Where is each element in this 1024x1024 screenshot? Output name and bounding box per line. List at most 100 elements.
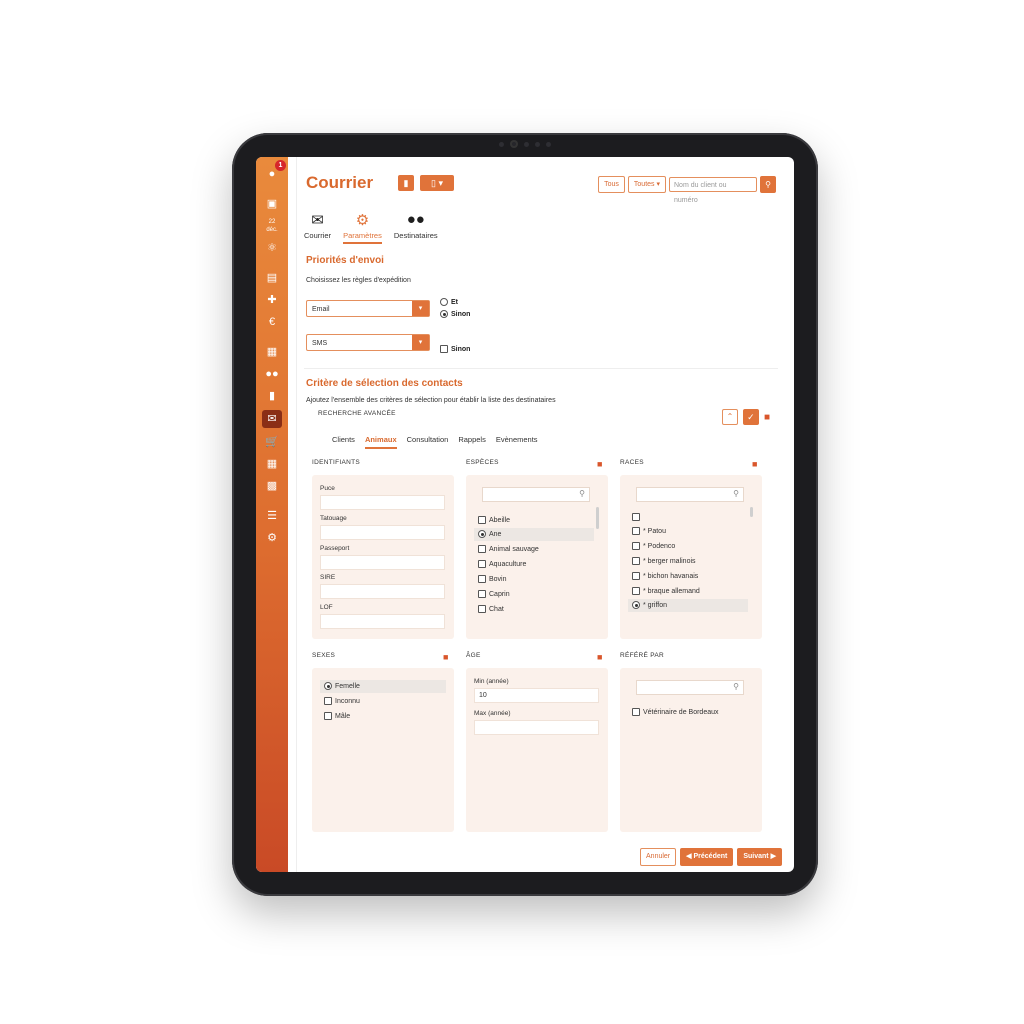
passeport-input[interactable] (320, 555, 445, 570)
especes-label-4: Bovin (489, 576, 507, 583)
tab-courrier[interactable]: ✉ Courrier (304, 211, 331, 244)
advanced-search-tools: ⌃ ✓ ■ (721, 409, 770, 425)
tab-destinataires[interactable]: ●● Destinataires (394, 211, 438, 244)
subtab-animaux[interactable]: Animaux (364, 435, 397, 449)
list-item-chat[interactable]: Chat (474, 603, 594, 616)
lof-input[interactable] (320, 614, 445, 629)
checkbox-checked[interactable] (324, 682, 332, 691)
bar-chart-icon[interactable]: ▩ (264, 478, 280, 494)
especes-search-input[interactable]: ⚲ (482, 487, 590, 502)
subtab-evenements[interactable]: Evènements (496, 435, 538, 449)
checkbox[interactable] (478, 575, 486, 584)
validate-icon[interactable]: ✓ (742, 409, 759, 425)
checkbox[interactable] (632, 708, 640, 717)
list-item-patou[interactable]: * Patou (628, 525, 748, 538)
list-item-abeille[interactable]: Abeille (474, 514, 594, 527)
races-search-input[interactable]: ⚲ (636, 487, 744, 502)
list-icon[interactable]: ☰ (264, 508, 280, 524)
list-item-berger-malinois[interactable]: * berger malinois (628, 555, 748, 568)
trash-icon[interactable]: ■ (752, 459, 757, 469)
trash-icon[interactable]: ■ (597, 459, 602, 469)
puce-input[interactable] (320, 495, 445, 510)
checkbox-checked[interactable] (632, 601, 640, 610)
medical-plus-icon[interactable]: ✚ (264, 292, 280, 308)
calculator-icon[interactable]: ▦ (264, 456, 280, 472)
tablet-view-button[interactable]: ▮ (398, 175, 414, 191)
list-item-blank[interactable] (628, 511, 748, 524)
sire-input[interactable] (320, 584, 445, 599)
tatouage-input[interactable] (320, 525, 445, 540)
cart-icon[interactable]: 🛒 (264, 434, 280, 450)
races-label-3: * berger malinois (643, 558, 696, 565)
trash-icon[interactable]: ■ (764, 412, 770, 423)
checkbox[interactable] (632, 587, 640, 596)
checkbox[interactable] (324, 697, 332, 706)
subtab-rappels[interactable]: Rappels (458, 435, 486, 449)
races-label-5: * braque allemand (643, 588, 700, 595)
syringe-icon[interactable]: ⚛ (264, 240, 280, 256)
radio-sinon[interactable] (440, 310, 448, 318)
all-select[interactable]: Toutes ▾ (627, 176, 666, 193)
option-et[interactable]: Et (440, 298, 458, 306)
dashboard-icon[interactable]: ▣ (264, 196, 280, 212)
checkbox[interactable] (478, 605, 486, 614)
refere-search-input[interactable]: ⚲ (636, 680, 744, 695)
list-item-ane[interactable]: Ane (474, 528, 594, 541)
checkbox[interactable] (632, 542, 640, 551)
list-item-veterinaire[interactable]: Vétérinaire de Bordeaux (628, 706, 754, 719)
all-button[interactable]: Tous (598, 176, 625, 193)
gear-icon[interactable]: ⚙ (264, 530, 280, 546)
list-item-animal-sauvage[interactable]: Animal sauvage (474, 543, 594, 556)
next-button[interactable]: Suivant ▶ (737, 848, 782, 866)
client-search-input[interactable]: Nom du client ou numéro (669, 177, 757, 204)
checkbox[interactable] (478, 560, 486, 569)
checkbox[interactable] (632, 557, 640, 566)
radio-et[interactable] (440, 298, 448, 306)
option-sinon[interactable]: Sinon (440, 310, 470, 318)
list-item-male[interactable]: Mâle (320, 710, 446, 723)
priority-select-2[interactable]: SMS ▾ (306, 334, 430, 351)
list-item-griffon[interactable]: * griffon (628, 599, 748, 612)
tab-parametres[interactable]: ⚙ Paramètres (343, 211, 382, 244)
list-item-bovin[interactable]: Bovin (474, 573, 594, 586)
subtab-clients[interactable]: Clients (332, 435, 355, 449)
list-item-aquaculture[interactable]: Aquaculture (474, 558, 594, 571)
checkbox[interactable] (478, 516, 486, 525)
option-sinon-2[interactable]: Sinon (440, 345, 470, 353)
list-item-bichon-havanais[interactable]: * bichon havanais (628, 570, 748, 583)
document-icon[interactable]: ▤ (264, 270, 280, 286)
checkbox[interactable] (632, 527, 640, 536)
bottle-icon[interactable]: ▮ (264, 388, 280, 404)
checkbox[interactable] (324, 712, 332, 721)
mail-icon[interactable]: ✉ (262, 410, 282, 428)
subtab-consultation[interactable]: Consultation (407, 435, 449, 449)
device-dropdown-button[interactable]: ▯ ▾ (420, 175, 454, 191)
priority-select-1[interactable]: Email ▾ (306, 300, 430, 317)
checkbox[interactable] (478, 545, 486, 554)
checkbox-sinon-2[interactable] (440, 345, 448, 353)
max-age-input[interactable] (474, 720, 599, 735)
races-scrollbar[interactable] (750, 507, 753, 517)
checkbox[interactable] (478, 590, 486, 599)
trash-icon[interactable]: ■ (443, 652, 448, 662)
user-icon[interactable]: ● 1 (264, 160, 286, 182)
cancel-button[interactable]: Annuler (640, 848, 677, 866)
min-age-input[interactable]: 10 (474, 688, 599, 703)
checkbox[interactable] (632, 572, 640, 581)
collapse-icon[interactable]: ⌃ (721, 409, 738, 425)
calendar-icon[interactable]: 22 déc. (264, 218, 280, 234)
previous-button[interactable]: ◀ Précédent (680, 848, 734, 866)
list-item-braque-allemand[interactable]: * braque allemand (628, 585, 748, 598)
list-item-femelle[interactable]: Femelle (320, 680, 446, 693)
search-icon[interactable]: ⚲ (760, 176, 776, 193)
euro-icon[interactable]: € (264, 314, 280, 330)
building-icon[interactable]: ▦ (264, 344, 280, 360)
list-item-inconnu[interactable]: Inconnu (320, 695, 446, 708)
checkbox-checked[interactable] (478, 530, 486, 539)
especes-scrollbar[interactable] (596, 507, 599, 529)
list-item-caprin[interactable]: Caprin (474, 588, 594, 601)
users-icon[interactable]: ●● (264, 366, 280, 382)
list-item-podenco[interactable]: * Podenco (628, 540, 748, 553)
trash-icon[interactable]: ■ (597, 652, 602, 662)
checkbox[interactable] (632, 513, 640, 522)
